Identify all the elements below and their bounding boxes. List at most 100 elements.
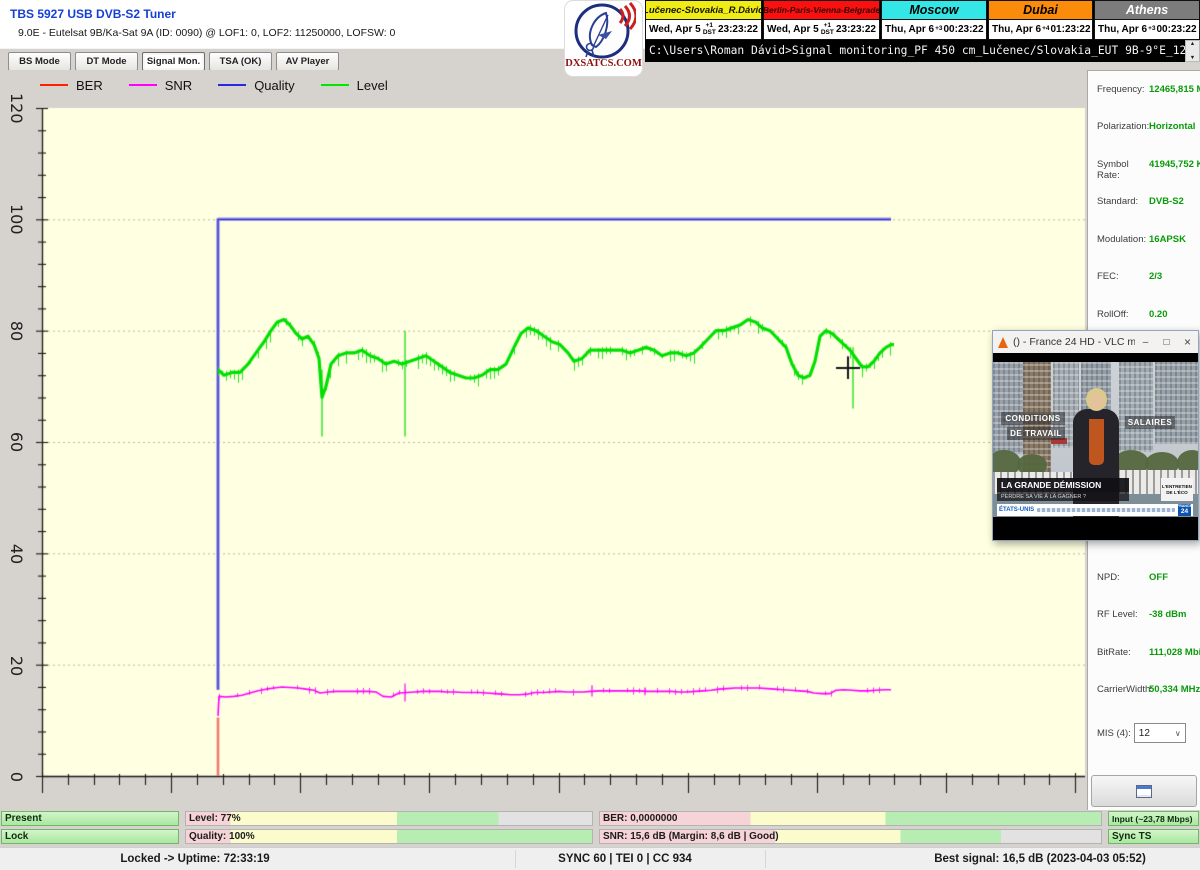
level-bar: Level: 77% [185, 811, 593, 826]
vlc-window-title: () - France 24 HD - VLC medi... [1013, 336, 1135, 348]
y-axis-label: 120 [1, 93, 31, 123]
y-axis-label: 60 [1, 427, 31, 457]
info-row-rf-level: RF Level:-38 dBm [1097, 609, 1197, 623]
building [1119, 362, 1153, 452]
clock-moscow: Moscow Thu, Apr 6 +3 00:23:22 [881, 0, 988, 40]
ber-line-swatch [40, 84, 68, 86]
list-icon [1136, 785, 1152, 798]
minimize-button[interactable]: – [1135, 331, 1156, 353]
world-clocks: Lučenec-Slovakia_R.Dávid Wed, Apr 5 +1DS… [645, 0, 1200, 40]
page-title: TBS 5927 USB DVB-S2 Tuner [10, 7, 176, 21]
header: TBS 5927 USB DVB-S2 Tuner 9.0E - Eutelsa… [0, 0, 645, 48]
satellite-dish-icon [572, 1, 636, 61]
legend-item-ber: BER [40, 78, 103, 93]
vlc-title-bar[interactable]: () - France 24 HD - VLC medi... – □ × [993, 331, 1198, 353]
quality-bar: Quality: 100% [185, 829, 593, 844]
lock-badge: Lock [1, 829, 179, 844]
video-frame: CONDITIONS DE TRAVAIL SALAIRES LA GRANDE… [993, 362, 1198, 517]
y-axis-label: 0 [1, 762, 31, 792]
clock-date: Wed, Apr 5 [767, 24, 819, 35]
ticker-text [1037, 508, 1175, 512]
clock-city-label: Dubai [988, 0, 1093, 19]
presenter-top [1089, 419, 1104, 465]
info-row-fec: FEC:2/3 [1097, 271, 1197, 285]
clock-hms: 00:23:22 [1157, 24, 1197, 35]
legend-item-level: Level [321, 78, 388, 93]
info-row-modulation: Modulation:16APSK [1097, 234, 1197, 248]
dxsatcs-logo: DXSATCS.COM [565, 1, 642, 76]
info-row-npd: NPD:OFF [1097, 572, 1197, 586]
clock-time: Thu, Apr 6 +4 01:23:22 [988, 19, 1093, 40]
maximize-button[interactable]: □ [1156, 331, 1177, 353]
mis-dropdown[interactable]: 12 ∨ [1134, 723, 1186, 743]
clock-time: Wed, Apr 5 +1DST 23:23:22 [645, 19, 762, 40]
status-divider [515, 850, 516, 868]
clock-tz-offset: +3 [1148, 26, 1155, 33]
tab-dt-mode[interactable]: DT Mode [75, 52, 138, 71]
info-row-standard: Standard:DVB-S2 [1097, 196, 1197, 210]
info-row-symbol-rate: Symbol Rate:41945,752 KS/s [1097, 159, 1197, 173]
legend-item-quality: Quality [218, 78, 294, 93]
close-button[interactable]: × [1177, 331, 1198, 353]
panel-bottom-button[interactable] [1091, 775, 1197, 807]
info-row-carrierwidth: CarrierWidth:50,334 MHz [1097, 684, 1197, 698]
scroll-down-icon[interactable]: ▼ [1190, 55, 1195, 61]
vlc-video-area[interactable]: CONDITIONS DE TRAVAIL SALAIRES LA GRANDE… [993, 353, 1198, 540]
application-window: TBS 5927 USB DVB-S2 Tuner 9.0E - Eutelsa… [0, 0, 1200, 870]
legend-item-snr: SNR [129, 78, 192, 93]
clock-time: Thu, Apr 6 +3 00:23:22 [1094, 19, 1200, 40]
clock-berlin: Berlin-Paris-Vienna-Belgrade Wed, Apr 5 … [763, 0, 881, 40]
clock-city-label: Athens [1094, 0, 1200, 19]
vlc-window[interactable]: () - France 24 HD - VLC medi... – □ × [992, 330, 1199, 541]
snr-bar: SNR: 15,6 dB (Margin: 8,6 dB | Good) [599, 829, 1102, 844]
clock-hms: 00:23:22 [944, 24, 984, 35]
clock-tz-offset: +1DST [821, 23, 834, 36]
legend-label: BER [76, 78, 103, 93]
input-rate-badge: Input (~23,78 Mbps) [1108, 811, 1199, 826]
clock-date: Thu, Apr 6 [1098, 24, 1147, 35]
legend-label: Level [357, 78, 388, 93]
ber-bar: BER: 0,0000000 [599, 811, 1102, 826]
clock-tz-offset: +4 [1042, 26, 1049, 33]
legend-label: SNR [165, 78, 192, 93]
building [1155, 362, 1198, 444]
clock-athens: Athens Thu, Apr 6 +3 00:23:22 [1094, 0, 1200, 40]
sync-counters: SYNC 60 | TEI 0 | CC 934 [535, 848, 715, 870]
clock-city-label: Moscow [881, 0, 987, 19]
best-signal: Best signal: 16,5 dB (2023-04-03 05:52) [880, 848, 1200, 870]
program-badge: L'ENTRETIEN DE L'ÉCO [1161, 478, 1193, 501]
tab-strip: BS Mode DT Mode Signal Mon. TSA (OK) AV … [0, 48, 645, 71]
info-row-polarization: Polarization:Horizontal [1097, 121, 1197, 135]
y-axis-label: 20 [1, 651, 31, 681]
banner-title: LA GRANDE DÉMISSION [997, 478, 1129, 492]
chart-legend: BER SNR Quality Level [40, 76, 388, 94]
console-scrollbar[interactable]: ▲ ▼ [1185, 40, 1200, 62]
uptime-status: Locked -> Uptime: 72:33:19 [85, 848, 305, 870]
quality-line-swatch [218, 84, 246, 86]
y-axis-label: 100 [1, 204, 31, 234]
tab-signal-mon[interactable]: Signal Mon. [142, 52, 205, 71]
france24-logo: FRANCE 24 [1178, 504, 1191, 516]
ticker-label: ÉTATS-UNIS [999, 507, 1034, 513]
mis-selected-value: 12 [1139, 728, 1150, 739]
sync-ts-badge: Sync TS [1108, 829, 1199, 844]
clock-date: Wed, Apr 5 [649, 24, 701, 35]
vlc-cone-icon [998, 337, 1008, 348]
tab-av-player[interactable]: AV Player [276, 52, 339, 71]
logo-caption: DXSATCS.COM [565, 58, 642, 69]
topic-overlay-left-1: CONDITIONS [1001, 412, 1065, 425]
command-prompt[interactable]: C:\Users\Roman Dávid>Signal monitoring_P… [645, 40, 1185, 62]
scroll-up-icon[interactable]: ▲ [1190, 41, 1195, 47]
signal-chart[interactable] [0, 70, 1086, 808]
clock-tz-offset: +1DST [703, 23, 716, 36]
clock-time: Thu, Apr 6 +3 00:23:22 [881, 19, 987, 40]
presenter-face [1090, 394, 1103, 409]
clock-tz-offset: +3 [935, 26, 942, 33]
clock-hms: 23:23:22 [836, 24, 876, 35]
status-bar: Locked -> Uptime: 72:33:19 SYNC 60 | TEI… [0, 847, 1200, 870]
clock-time: Wed, Apr 5 +1DST 23:23:22 [763, 19, 880, 40]
tab-tsa[interactable]: TSA (OK) [209, 52, 272, 71]
tab-bs-mode[interactable]: BS Mode [8, 52, 71, 71]
level-line-swatch [321, 84, 349, 86]
snr-line-swatch [129, 84, 157, 86]
